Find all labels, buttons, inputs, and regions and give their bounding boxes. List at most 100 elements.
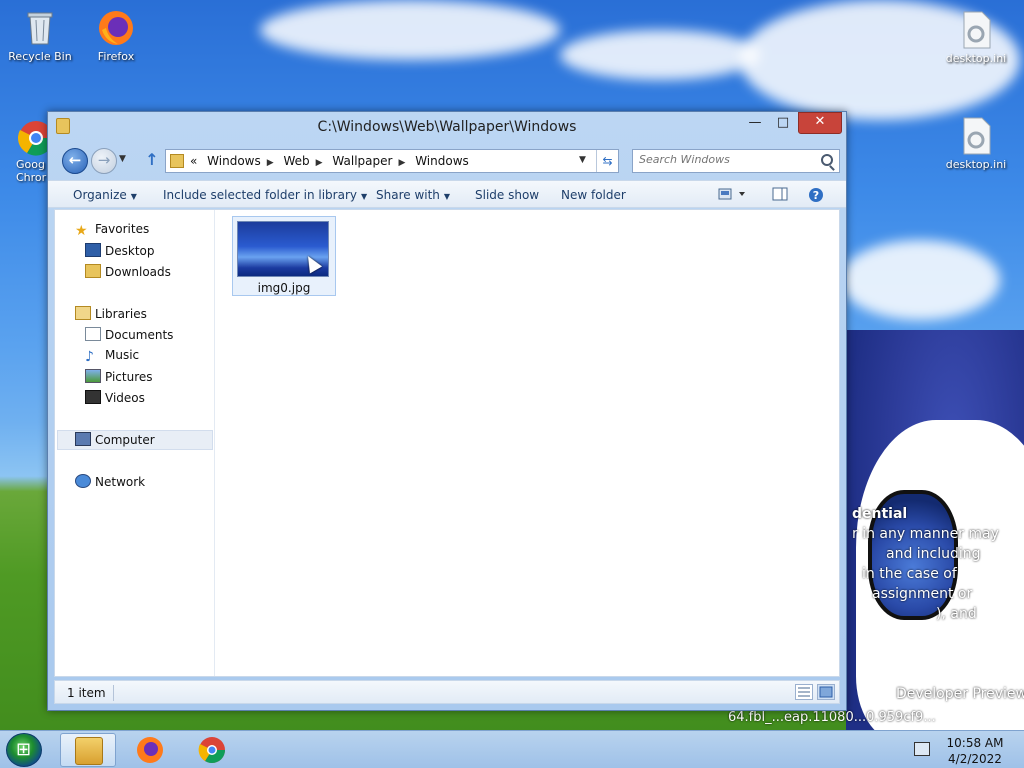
clock-time: 10:58 AM (946, 736, 1004, 750)
maximize-button[interactable]: □ (770, 114, 796, 134)
refresh-button[interactable]: ⇆ (596, 150, 618, 172)
taskbar-explorer[interactable] (60, 733, 116, 767)
sidebar-item-label: Videos (105, 391, 145, 405)
start-button[interactable] (6, 733, 42, 767)
file-item[interactable]: img0.jpg (232, 216, 336, 296)
clock-date: 4/2/2022 (948, 752, 1002, 766)
recycle-bin-icon (20, 8, 60, 48)
chevron-down-icon: ▼ (443, 192, 451, 201)
desktop-icon-label: Goog Chror (16, 158, 47, 184)
network-tray-icon[interactable] (914, 742, 930, 756)
sidebar-item-pictures[interactable]: Pictures (85, 369, 153, 384)
title-bar[interactable]: C:\Windows\Web\Wallpaper\Windows — □ ✕ (48, 112, 846, 142)
content-area: ★ Favorites Desktop Downloads Libraries D… (54, 209, 840, 677)
close-button[interactable]: ✕ (798, 112, 842, 134)
recycle-bin-desktop-icon[interactable]: Recycle Bin (2, 8, 78, 63)
desktop-ini-icon-1[interactable]: desktop.ini (938, 10, 1014, 65)
folder-icon (170, 154, 184, 168)
breadcrumb-item[interactable]: Windows (415, 154, 469, 168)
sidebar-item-label: Favorites (95, 222, 150, 236)
firefox-icon (137, 737, 163, 763)
sidebar-item-label: Documents (105, 328, 174, 342)
sidebar-item-computer[interactable]: Computer (75, 432, 155, 447)
slide-show-button[interactable]: Slide show (475, 188, 539, 202)
refresh-icon: ⇆ (602, 154, 613, 168)
firefox-desktop-icon[interactable]: Firefox (78, 8, 154, 63)
address-dropdown-button[interactable]: ▼ (579, 155, 586, 165)
chevron-down-icon: ▼ (579, 155, 586, 165)
chevron-down-icon: ▼ (360, 192, 368, 201)
search-input[interactable] (639, 153, 809, 166)
window-title: C:\Windows\Web\Wallpaper\Windows (317, 119, 577, 135)
chevron-right-icon[interactable]: ▶ (316, 158, 323, 168)
sidebar-item-network[interactable]: Network (75, 474, 145, 489)
details-view-button[interactable] (795, 684, 813, 700)
change-view-button[interactable] (718, 187, 745, 201)
taskbar-chrome[interactable] (184, 733, 240, 767)
pictures-icon (85, 369, 101, 383)
watermark-line: r in any manner may (852, 526, 999, 542)
include-in-library-menu[interactable]: Include selected folder in library ▼ (163, 188, 367, 202)
cloud (840, 240, 1000, 320)
forward-button[interactable]: → (91, 148, 117, 174)
up-button[interactable]: ↑ (143, 150, 161, 170)
navigation-bar: ← → ▼ ↑ « Windows ▶ Web ▶ Wallpaper ▶ Windo… (48, 146, 846, 176)
desktop-icon-label: desktop.ini (945, 52, 1007, 65)
new-folder-button[interactable]: New folder (561, 188, 626, 202)
watermark-line: assignment or (872, 586, 973, 602)
desktop-icon-label: Firefox (97, 50, 135, 63)
breadcrumb-item[interactable]: Windows (207, 154, 261, 168)
sidebar-item-videos[interactable]: Videos (85, 390, 145, 405)
sidebar-item-music[interactable]: ♪ Music (85, 348, 139, 365)
status-bar: 1 item (54, 680, 840, 704)
sidebar-item-favorites[interactable]: ★ Favorites (75, 222, 150, 239)
desktop-ini-icon-2[interactable]: desktop.ini (938, 116, 1014, 171)
search-icon[interactable] (821, 154, 833, 166)
recent-locations-button[interactable]: ▼ (119, 154, 126, 164)
share-with-menu[interactable]: Share with ▼ (376, 188, 450, 202)
chevron-right-icon[interactable]: ▶ (267, 158, 274, 168)
desktop-icon-label: desktop.ini (945, 158, 1007, 171)
chevron-down-icon: ▼ (119, 154, 126, 164)
sidebar-item-label: Libraries (95, 307, 147, 321)
computer-icon (75, 432, 91, 446)
sidebar-item-libraries[interactable]: Libraries (75, 306, 147, 321)
desktop-icon (85, 243, 101, 257)
taskbar-firefox[interactable] (122, 733, 178, 767)
sidebar-item-downloads[interactable]: Downloads (85, 264, 171, 279)
share-label: Share with (376, 188, 440, 202)
back-button[interactable]: ← (62, 148, 88, 174)
settings-file-icon (956, 116, 996, 156)
item-count: 1 item (67, 686, 106, 700)
system-clock[interactable]: 10:58 AM 4/2/2022 (940, 735, 1010, 767)
address-bar[interactable]: « Windows ▶ Web ▶ Wallpaper ▶ Windows ▼ ⇆ (165, 149, 619, 173)
breadcrumb-item[interactable]: Web (284, 154, 310, 168)
cloud (260, 0, 560, 60)
watermark-line: Developer Preview (896, 686, 1024, 702)
organize-menu[interactable]: Organize ▼ (73, 188, 137, 202)
large-icons-view-button[interactable] (817, 684, 835, 700)
help-button[interactable]: ? (808, 187, 824, 202)
arrow-up-icon: ↑ (145, 150, 159, 169)
svg-text:?: ? (813, 189, 819, 202)
settings-file-icon (956, 10, 996, 50)
preview-pane-button[interactable] (772, 187, 788, 201)
minimize-button[interactable]: — (742, 114, 768, 134)
chevron-right-icon[interactable]: ▶ (398, 158, 405, 168)
folder-icon (75, 737, 103, 765)
explorer-window: C:\Windows\Web\Wallpaper\Windows — □ ✕ ←… (47, 111, 847, 711)
arrow-right-icon: → (97, 151, 111, 169)
breadcrumb-overflow[interactable]: « (190, 154, 197, 168)
breadcrumb: « Windows ▶ Web ▶ Wallpaper ▶ Windows (190, 154, 475, 168)
search-box[interactable] (632, 149, 840, 173)
sidebar-item-documents[interactable]: Documents (85, 327, 173, 342)
command-bar: Organize ▼ Include selected folder in lib… (48, 180, 846, 208)
firefox-icon (96, 8, 136, 48)
organize-label: Organize (73, 188, 127, 202)
sidebar-item-desktop[interactable]: Desktop (85, 243, 155, 258)
watermark-line: in the case of (862, 566, 957, 582)
chrome-desktop-icon[interactable]: Goog Chror (0, 118, 54, 184)
breadcrumb-item[interactable]: Wallpaper (332, 154, 392, 168)
sidebar-item-label: Desktop (105, 244, 155, 258)
sidebar-item-label: Pictures (105, 370, 153, 384)
